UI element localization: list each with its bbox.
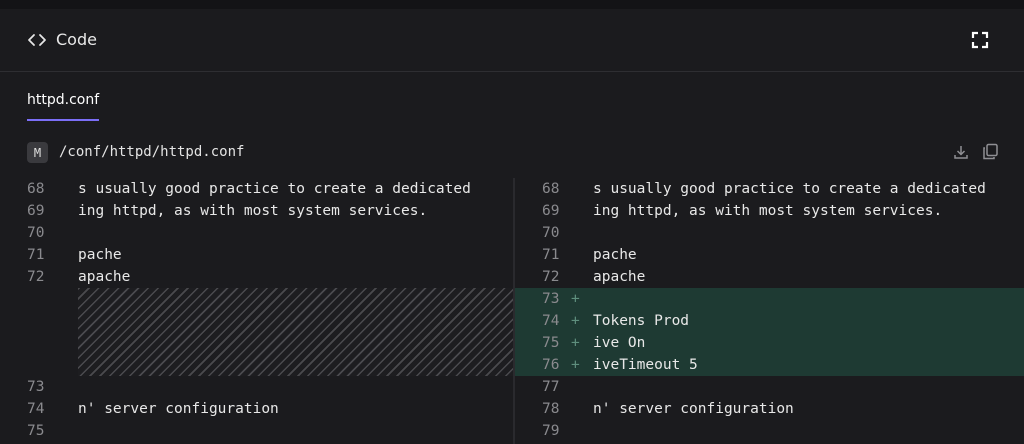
diff-row: 68 s usually good practice to create a de… [515,178,1024,200]
active-tab-indicator [27,119,99,121]
diff-row-placeholder [0,332,513,354]
code-line: pache [78,247,122,263]
line-number: 71 [542,247,560,263]
code-line: ing httpd, as with most system services. [78,203,428,219]
modified-badge: M [27,142,48,163]
diff-row: 78 n' server configuration [515,398,1024,420]
diff-row-placeholder [0,354,513,376]
code-line: s usually good practice to create a dedi… [78,181,471,197]
diff-row: 74 n' server configuration [0,398,513,420]
diff-row-added: 75 + ive On [515,332,1024,354]
diff-row-added: 74 + Tokens Prod [515,310,1024,332]
line-number: 79 [542,423,560,439]
diff-pane-original: 68 s usually good practice to create a de… [0,178,513,444]
code-line: ive On [593,335,646,351]
line-number: 69 [542,203,560,219]
code-line: pache [593,247,637,263]
file-tabs: httpd.conf [0,73,1024,123]
line-number: 70 [542,225,560,241]
diff-row-placeholder [0,288,513,310]
code-line: s usually good practice to create a dedi… [593,181,986,197]
diff-row: 73 [0,376,513,398]
code-line: ing httpd, as with most system services. [593,203,943,219]
diff-row: 72 apache [515,266,1024,288]
diff-row-added: 73 + [515,288,1024,310]
diff-row: 71 pache [515,244,1024,266]
code-line: apache [78,269,131,285]
diff-row: 69 ing httpd, as with most system service… [0,200,513,222]
line-number: 68 [27,181,45,197]
file-path: /conf/httpd/httpd.conf [59,144,245,160]
diff-row: 70 [515,222,1024,244]
line-number: 75 [542,335,560,351]
diff-row: 70 [0,222,513,244]
diff-row: 68 s usually good practice to create a de… [0,178,513,200]
code-panel-header: Code [0,9,1024,72]
line-number: 68 [542,181,560,197]
diff-row-added: 76 + iveTimeout 5 [515,354,1024,376]
line-number: 71 [27,247,45,263]
copy-icon[interactable] [982,143,999,160]
line-number: 72 [27,269,45,285]
download-icon[interactable] [953,144,969,160]
diff-row: 72 apache [0,266,513,288]
code-line: apache [593,269,646,285]
code-line: Tokens Prod [593,313,690,329]
diff-row: 77 [515,376,1024,398]
panel-title: Code [56,30,97,49]
line-number: 73 [542,291,560,307]
diff-pane-modified: 68 s usually good practice to create a de… [515,178,1024,444]
line-number: 74 [542,313,560,329]
line-number: 76 [542,357,560,373]
code-brackets-icon [28,34,46,46]
file-bar: M /conf/httpd/httpd.conf [0,140,1024,166]
diff-marker: + [571,357,580,373]
diff-row: 79 [515,420,1024,442]
diff-marker: + [571,335,580,351]
code-line: iveTimeout 5 [593,357,698,373]
top-strip [0,0,1024,9]
code-line: n' server configuration [78,401,279,417]
line-number: 73 [27,379,45,395]
expand-icon[interactable] [970,30,990,50]
line-number: 70 [27,225,45,241]
diff-row-placeholder [0,310,513,332]
diff-row: 69 ing httpd, as with most system service… [515,200,1024,222]
line-number: 77 [542,379,560,395]
diff-row: 75 [0,420,513,442]
diff-marker: + [571,291,580,307]
line-number: 69 [27,203,45,219]
tab-httpd-conf[interactable]: httpd.conf [27,92,99,108]
code-line: n' server configuration [593,401,794,417]
diff-row: 71 pache [0,244,513,266]
line-number: 75 [27,423,45,439]
line-number: 72 [542,269,560,285]
line-number: 78 [542,401,560,417]
diff-marker: + [571,313,580,329]
line-number: 74 [27,401,45,417]
